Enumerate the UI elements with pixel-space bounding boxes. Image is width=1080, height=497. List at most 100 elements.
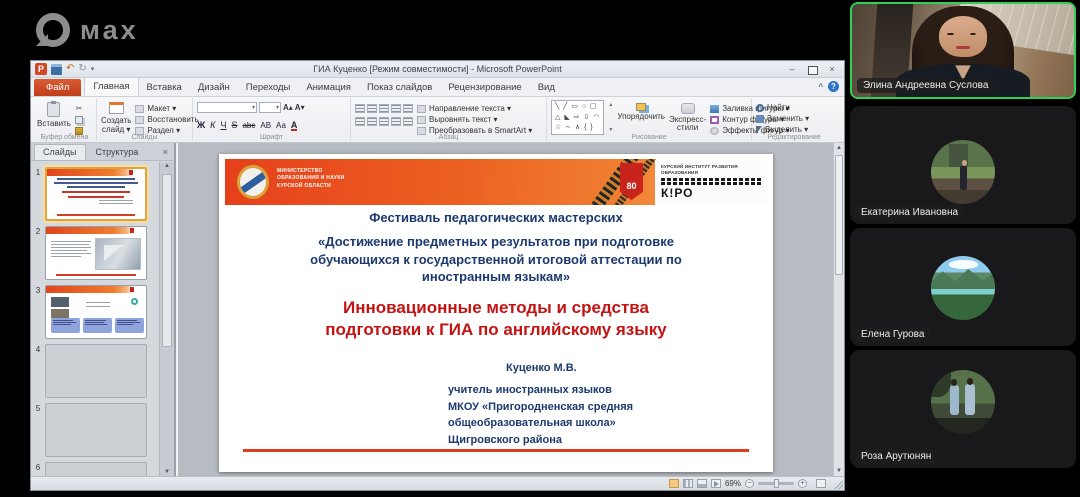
restore-button[interactable] (803, 63, 821, 76)
minimize-button[interactable]: – (783, 63, 801, 76)
slideshow-view-button[interactable] (710, 479, 721, 488)
canvas-scrollbar[interactable]: ▲ ▼ (833, 143, 844, 476)
align-right-icon[interactable] (379, 117, 389, 126)
slide-thumbnail-2[interactable]: 2 (31, 226, 159, 280)
zoom-slider-thumb[interactable] (774, 479, 780, 488)
panel-tab-slides[interactable]: Слайды (34, 144, 86, 160)
participant-tile[interactable]: Елена Гурова (850, 228, 1076, 346)
strikethrough-button[interactable]: abc (242, 121, 255, 130)
scroll-down-icon[interactable]: ▼ (160, 469, 174, 475)
zoom-slider[interactable] (758, 479, 794, 488)
panel-close-icon[interactable]: × (157, 147, 174, 160)
group-label: Слайды (131, 134, 158, 141)
line-spacing-icon[interactable] (403, 104, 413, 113)
tab-transitions[interactable]: Переходы (238, 79, 299, 96)
bullets-icon[interactable] (355, 104, 365, 113)
shadow-button[interactable]: S (231, 120, 237, 130)
character-spacing-button[interactable]: АВ (260, 121, 271, 130)
zoom-out-button[interactable]: − (745, 479, 754, 488)
font-color-button[interactable]: А (290, 121, 298, 131)
align-center-icon[interactable] (367, 117, 377, 126)
new-slide-button[interactable]: Создать слайд ▾ (101, 100, 131, 135)
grow-font-icon[interactable]: А▴ (283, 103, 293, 112)
reading-view-button[interactable] (696, 479, 707, 488)
resize-grip[interactable] (833, 479, 843, 489)
normal-view-button[interactable] (668, 479, 679, 488)
slide-thumbnail-4[interactable]: 4 (31, 344, 159, 398)
window-title: ГИА Куценко [Режим совместимости] - Micr… (313, 64, 562, 74)
shapes-scrollbar[interactable]: ▲ ▼ (608, 100, 613, 135)
slide-thumbnail-1[interactable]: 1 (31, 167, 159, 221)
paste-button[interactable]: Вставить (37, 100, 71, 135)
slide-sorter-view-button[interactable] (682, 479, 693, 488)
increase-indent-icon[interactable] (391, 104, 401, 113)
slide-subheading: «Достижение предметных результатов при п… (310, 234, 682, 284)
cut-icon[interactable]: ✂ (76, 104, 83, 113)
active-speaker-video[interactable]: Элина Андреевна Суслова (850, 2, 1076, 99)
tab-slideshow[interactable]: Показ слайдов (359, 79, 440, 96)
group-label: Рисование (631, 134, 667, 141)
group-label: Редактирование (767, 134, 821, 141)
underline-button[interactable]: Ч (220, 120, 226, 130)
shapes-gallery[interactable]: ╲ ╱ ▭ ○ ▢ △ ◣ ⇨ ⇩ ◠ ☆ ∼ ∧ { } (551, 100, 605, 135)
shape-fill-icon (710, 104, 720, 113)
scroll-up-icon[interactable]: ▲ (834, 145, 844, 151)
align-text-button[interactable]: Выровнять текст ▾ (417, 115, 532, 124)
decrease-indent-icon[interactable] (379, 104, 389, 113)
tab-animations[interactable]: Анимация (298, 79, 359, 96)
slide-thumbnail-3[interactable]: 3 (31, 285, 159, 339)
scroll-down-icon[interactable]: ▼ (834, 468, 844, 474)
numbering-icon[interactable] (367, 104, 377, 113)
panel-scrollbar[interactable]: ▲ ▼ (159, 162, 174, 476)
paragraph-icons (355, 100, 413, 135)
replace-button[interactable]: Заменить ▾ (756, 114, 832, 123)
quick-styles-button[interactable]: Экспресс-стили (669, 100, 706, 135)
italic-button[interactable]: К (210, 120, 215, 130)
save-icon[interactable] (51, 63, 62, 75)
minimize-ribbon-icon[interactable]: ^ (818, 82, 823, 91)
tab-design[interactable]: Дизайн (190, 79, 238, 96)
undo-icon[interactable]: ↶ (66, 64, 74, 74)
slide-heading: Фестиваль педагогических мастерских (369, 210, 623, 225)
scrollbar-thumb[interactable] (162, 174, 172, 347)
panel-tab-outline[interactable]: Структура (88, 145, 147, 160)
bold-button[interactable]: Ж (197, 120, 205, 130)
shrink-font-icon[interactable]: А▾ (295, 103, 305, 112)
thumbnail-image (45, 403, 147, 457)
tab-file[interactable]: Файл (34, 79, 82, 96)
fit-slide-button[interactable] (816, 479, 826, 488)
qat-dropdown-icon[interactable]: ▾ (91, 65, 95, 73)
speaker-lips (956, 45, 970, 49)
scrollbar-thumb[interactable] (835, 155, 843, 275)
layout-button[interactable]: Макет ▾ (135, 104, 198, 113)
participant-tile[interactable]: Роза Арутюнян (850, 350, 1076, 468)
redo-icon[interactable]: ↻ (78, 64, 86, 74)
slide-thumbnail-5[interactable]: 5 (31, 403, 159, 457)
tab-home[interactable]: Главная (84, 77, 139, 96)
reset-button[interactable]: Восстановить (135, 115, 199, 124)
justify-icon[interactable] (391, 117, 401, 126)
change-case-button[interactable]: Аа (276, 121, 286, 130)
window-controls: – × (783, 63, 844, 76)
shapes-row: ☆ ∼ ∧ { } (555, 123, 594, 131)
slide-thumbnail-6[interactable]: 6 (31, 462, 159, 476)
slide[interactable]: КУРСКИЙ ИНСТИТУТ РАЗВИТИЯ ОБРАЗОВАНИЯ К!… (219, 154, 773, 472)
find-button[interactable]: Найти (756, 103, 832, 112)
zoom-in-button[interactable]: + (798, 479, 807, 488)
font-name-select[interactable]: ▾ (197, 102, 257, 113)
font-size-select[interactable]: ▾ (259, 102, 281, 113)
arrange-button[interactable]: Упорядочить (617, 100, 665, 135)
tab-review[interactable]: Рецензирование (440, 79, 529, 96)
select-button[interactable]: Выделить ▾ (756, 125, 832, 134)
columns-icon[interactable] (403, 117, 413, 126)
participant-tile[interactable]: Екатерина Ивановна (850, 106, 1076, 224)
align-left-icon[interactable] (355, 117, 365, 126)
scroll-up-icon[interactable]: ▲ (160, 163, 174, 169)
tab-insert[interactable]: Вставка (139, 79, 190, 96)
participant-name-tag: Элина Андреевна Суслова (857, 78, 995, 93)
copy-icon[interactable] (74, 116, 83, 124)
text-direction-button[interactable]: Направление текста ▾ (417, 104, 532, 113)
close-button[interactable]: × (823, 63, 841, 76)
tab-view[interactable]: Вид (530, 79, 563, 96)
help-icon[interactable]: ? (828, 81, 839, 92)
